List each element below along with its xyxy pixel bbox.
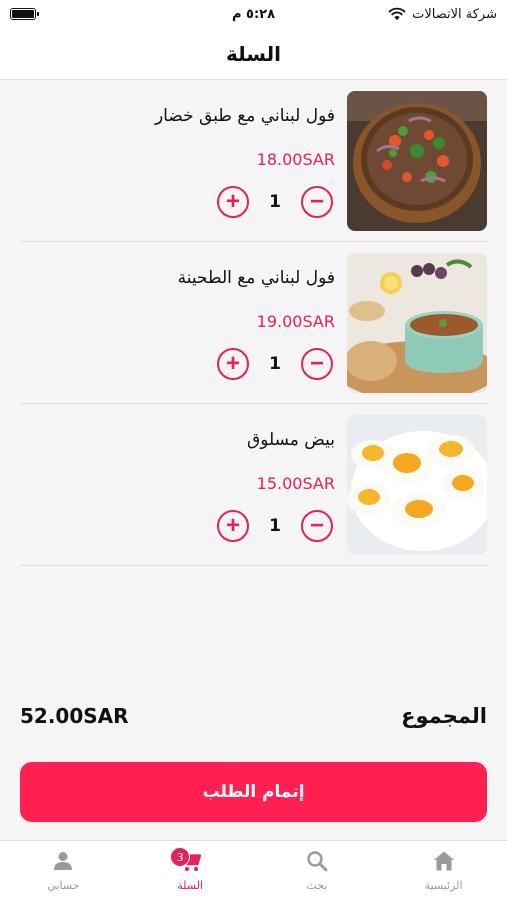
increase-quantity-button[interactable]: + xyxy=(217,186,249,218)
person-icon xyxy=(54,852,73,870)
nav-item-account[interactable]: حسابي xyxy=(0,841,127,900)
wifi-icon xyxy=(388,7,406,21)
decrease-quantity-button[interactable]: − xyxy=(301,348,333,380)
total-label: المجموع xyxy=(401,704,487,728)
checkout-button[interactable]: إتمام الطلب xyxy=(20,762,487,822)
cart-count-badge: 3 xyxy=(170,847,191,867)
item-price: 15.00SAR xyxy=(256,474,335,493)
quantity-stepper: + 1 − xyxy=(217,186,333,218)
battery-icon xyxy=(10,8,39,20)
item-name: فول لبناني مع الطحينة xyxy=(177,268,335,288)
decrease-quantity-button[interactable]: − xyxy=(301,186,333,218)
nav-label: حسابي xyxy=(47,879,80,892)
item-name: بيض مسلوق xyxy=(247,430,335,450)
carrier-info: شركة الاتصالات xyxy=(388,7,497,22)
carrier-name: شركة الاتصالات xyxy=(412,6,497,22)
increase-quantity-button[interactable]: + xyxy=(217,348,249,380)
quantity-stepper: + 1 − xyxy=(217,348,333,380)
decrease-quantity-button[interactable]: − xyxy=(301,510,333,542)
nav-item-cart[interactable]: 3 السلة xyxy=(127,841,254,900)
cart-item: بيض مسلوق 15.00SAR + 1 − xyxy=(20,404,487,566)
item-image-foul-salad xyxy=(347,91,487,231)
nav-label: السلة xyxy=(177,879,203,892)
bottom-nav: حسابي 3 السلة بحث الرئيسية xyxy=(0,840,507,900)
nav-item-home[interactable]: الرئيسية xyxy=(380,841,507,900)
nav-item-search[interactable]: بحث xyxy=(254,841,381,900)
item-price: 18.00SAR xyxy=(256,150,335,169)
cart-item: فول لبناني مع الطحينة 19.00SAR + 1 − xyxy=(20,242,487,404)
cart-list: فول لبناني مع طبق خضار 18.00SAR + 1 − فو… xyxy=(0,80,507,566)
item-price: 19.00SAR xyxy=(256,312,335,331)
status-time: ٥:٢٨ م xyxy=(231,6,276,22)
page-header: السلة xyxy=(0,28,507,80)
increase-quantity-button[interactable]: + xyxy=(217,510,249,542)
total-row: 52.00SAR المجموع xyxy=(20,704,487,728)
total-amount: 52.00SAR xyxy=(20,704,129,728)
item-name: فول لبناني مع طبق خضار xyxy=(154,106,335,126)
quantity-value: 1 xyxy=(269,516,281,536)
quantity-value: 1 xyxy=(269,192,281,212)
item-image-boiled-eggs xyxy=(347,415,487,555)
nav-label: الرئيسية xyxy=(424,879,463,892)
item-image-foul-tahini xyxy=(347,253,487,393)
status-bar: ٥:٢٨ م شركة الاتصالات xyxy=(0,0,507,28)
home-icon xyxy=(433,851,454,871)
cart-item: فول لبناني مع طبق خضار 18.00SAR + 1 − xyxy=(20,80,487,242)
nav-label: بحث xyxy=(306,879,328,892)
page-title: السلة xyxy=(225,41,281,66)
search-icon xyxy=(307,851,328,872)
quantity-stepper: + 1 − xyxy=(217,510,333,542)
quantity-value: 1 xyxy=(269,354,281,374)
